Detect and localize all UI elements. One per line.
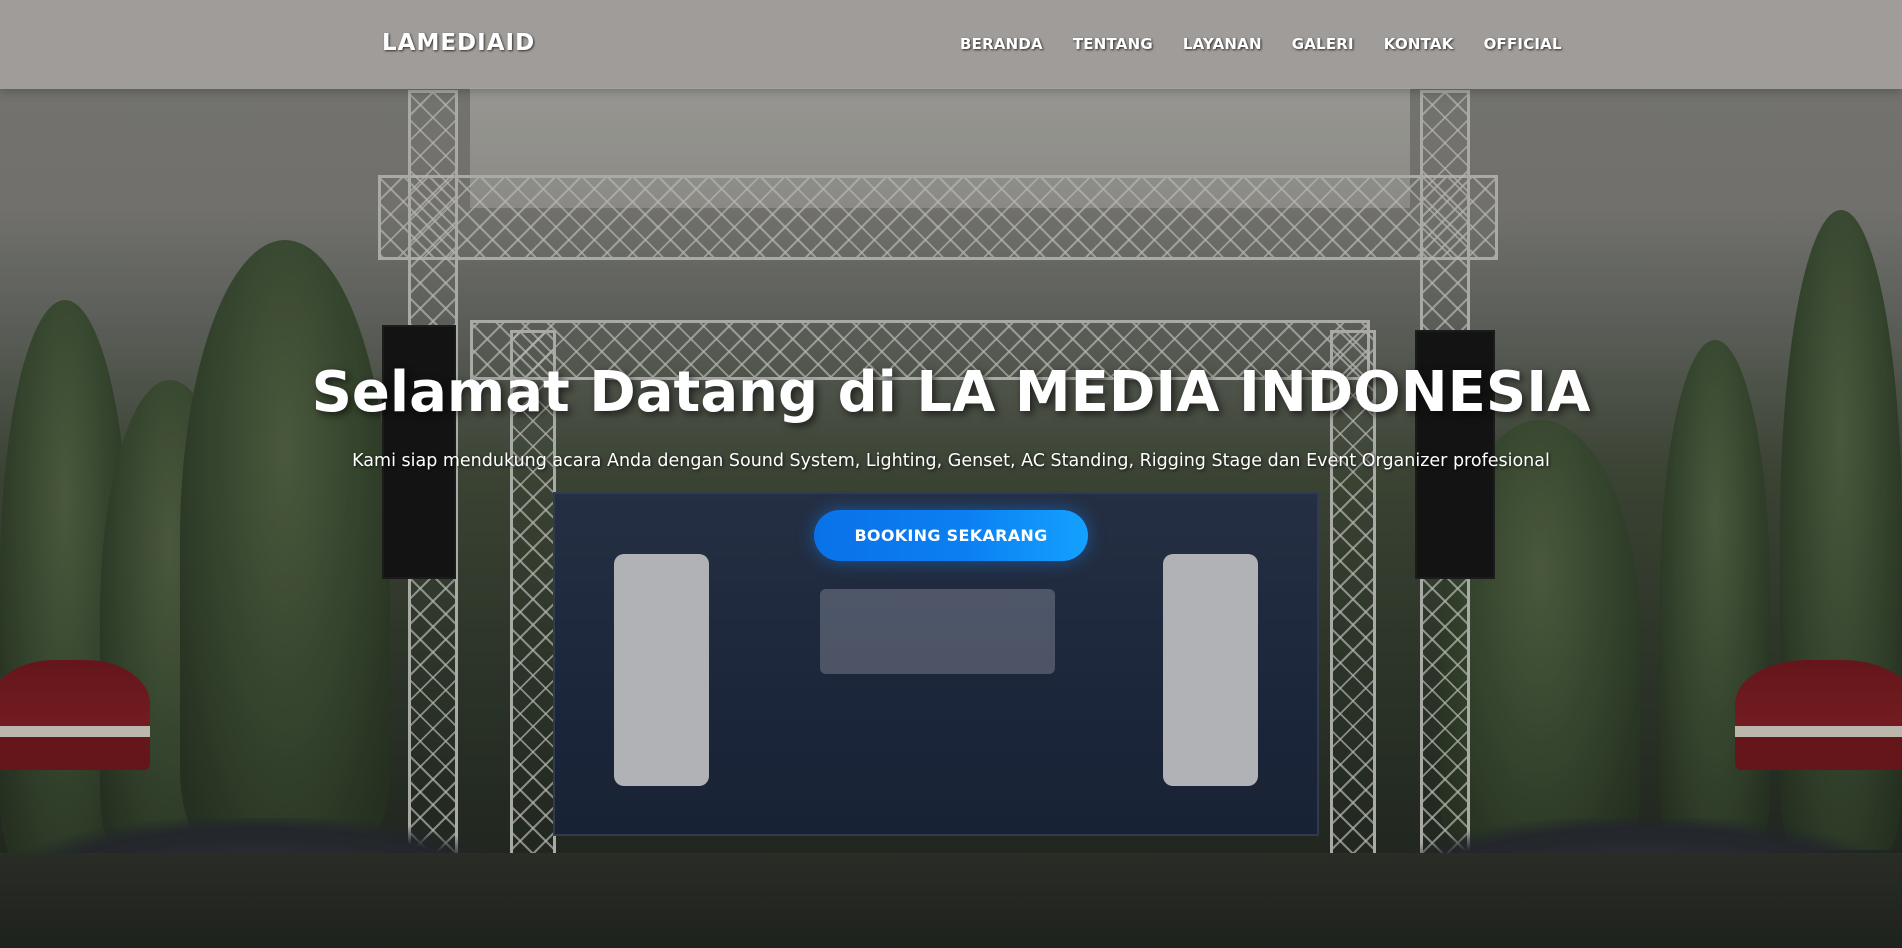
hero-section: Selamat Datang di LA MEDIA INDONESIA Kam… <box>0 360 1902 561</box>
booking-button[interactable]: BOOKING SEKARANG <box>814 510 1088 561</box>
main-nav: BERANDA TENTANG LAYANAN GALERI KONTAK OF… <box>960 35 1562 53</box>
nav-link-tentang[interactable]: TENTANG <box>1073 35 1153 53</box>
nav-link-beranda[interactable]: BERANDA <box>960 35 1043 53</box>
nav-link-galeri[interactable]: GALERI <box>1292 35 1354 53</box>
nav-link-layanan[interactable]: LAYANAN <box>1183 35 1262 53</box>
hero-title: Selamat Datang di LA MEDIA INDONESIA <box>311 360 1591 425</box>
navbar: LAMEDIAID BERANDA TENTANG LAYANAN GALERI… <box>0 0 1902 89</box>
page: LAMEDIAID BERANDA TENTANG LAYANAN GALERI… <box>0 0 1902 948</box>
brand-logo[interactable]: LAMEDIAID <box>382 30 535 56</box>
nav-link-official[interactable]: OFFICIAL <box>1484 35 1562 53</box>
nav-link-kontak[interactable]: KONTAK <box>1384 35 1454 53</box>
hero-subtitle: Kami siap mendukung acara Anda dengan So… <box>352 451 1550 471</box>
